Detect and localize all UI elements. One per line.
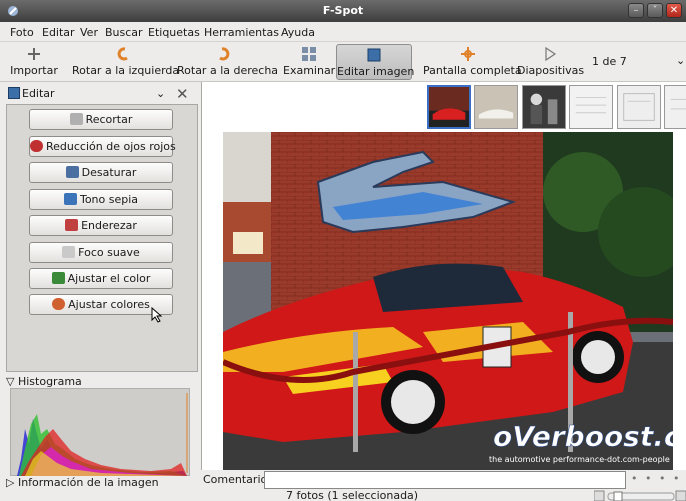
sepia-icon	[63, 193, 77, 205]
close-sidebar-icon[interactable]: ✕	[176, 85, 189, 103]
histogram-label: Histograma	[17, 375, 82, 388]
menu-editar[interactable]: Editar	[42, 26, 75, 39]
status-text: 7 fotos (1 seleccionada)	[286, 489, 419, 501]
thumbnail-6[interactable]	[664, 85, 686, 129]
chevron-down-icon[interactable]: ⌄	[156, 87, 165, 100]
photo-counter: 1 de 7	[592, 55, 627, 68]
chevron-down-icon[interactable]: ⌄	[676, 54, 685, 67]
rotate-left-icon	[117, 47, 128, 61]
thumbnail-2[interactable]	[474, 85, 518, 129]
menu-buscar[interactable]: Buscar	[105, 26, 143, 39]
menu-foto[interactable]: Foto	[10, 26, 34, 39]
rotate-left-label: Rotar a la izquierda	[72, 64, 180, 77]
watermark-text: oVerboost.com	[493, 420, 673, 453]
histogram-graph	[17, 393, 188, 476]
title-bar: F-Spot – ˅ ✕	[0, 0, 686, 22]
thumbnail-4[interactable]	[569, 85, 613, 129]
status-bar: 7 fotos (1 seleccionada)	[0, 489, 686, 501]
fullscreen-icon	[461, 47, 475, 61]
red-eye-label: Reducción de ojos rojos	[46, 140, 176, 153]
slideshow-label: Diapositivas	[517, 64, 585, 77]
histogram-expander[interactable]: ▽ Histograma	[6, 375, 82, 388]
desaturate-button[interactable]: Desaturar	[29, 162, 173, 183]
comment-input[interactable]	[264, 471, 626, 489]
rotate-right-button[interactable]: Rotar a la derecha	[177, 44, 279, 80]
photo-view: oVerboost.com the automotive performance…	[201, 82, 686, 470]
desaturate-icon	[65, 166, 79, 178]
soft-focus-icon	[62, 246, 76, 258]
sidebar: Editar ⌄ ✕ Recortar Reducción de ojos ro…	[6, 82, 198, 494]
rotate-left-button[interactable]: Rotar a la izquierda	[72, 44, 180, 80]
slideshow-button[interactable]: Diapositivas	[517, 44, 585, 80]
adjust-colors-label: Ajustar colores	[68, 298, 150, 311]
edit-image-icon	[367, 48, 381, 62]
maximize-button[interactable]: ˅	[647, 3, 663, 18]
adjust-color-label: Ajustar el color	[67, 272, 151, 285]
menu-ayuda[interactable]: Ayuda	[281, 26, 315, 39]
zoom-slider[interactable]	[594, 490, 686, 501]
edit-image-icon	[8, 87, 20, 99]
minimize-button[interactable]: –	[628, 3, 644, 18]
chevron-right-icon: ▷	[6, 476, 15, 489]
edit-tools-panel: Recortar Reducción de ojos rojos Desatur…	[6, 104, 198, 372]
menu-etiquetas[interactable]: Etiquetas	[148, 26, 200, 39]
sepia-label: Tono sepia	[79, 193, 139, 206]
main-photo[interactable]: oVerboost.com the automotive performance…	[223, 132, 673, 470]
crop-label: Recortar	[85, 113, 133, 126]
car-photo: oVerboost.com the automotive performance…	[223, 132, 673, 470]
menu-bar: Foto Editar Ver Buscar Etiquetas Herrami…	[0, 22, 686, 42]
edit-image-button[interactable]: Editar imagen	[336, 44, 415, 80]
red-eye-icon	[30, 140, 43, 152]
menu-herramientas[interactable]: Herramientas	[204, 26, 279, 39]
comment-row: Comentario: • • • •	[201, 470, 686, 490]
browse-icon	[302, 47, 316, 61]
fullscreen-button[interactable]: Pantalla completa	[423, 44, 522, 80]
adjust-color-button[interactable]: Ajustar el color	[29, 268, 173, 289]
resize-handle-icon[interactable]: • • • •	[631, 472, 681, 485]
menu-ver[interactable]: Ver	[80, 26, 98, 39]
sidebar-selector[interactable]: Editar ⌄ ✕	[6, 84, 198, 104]
straighten-icon	[65, 219, 79, 231]
browse-button[interactable]: Examinar	[283, 44, 335, 80]
sepia-button[interactable]: Tono sepia	[29, 189, 173, 210]
import-button[interactable]: Importar	[10, 44, 58, 80]
thumbnail-1[interactable]	[427, 85, 471, 129]
fullscreen-label: Pantalla completa	[423, 64, 522, 77]
browse-label: Examinar	[283, 64, 336, 77]
adjust-colors-icon	[52, 298, 66, 310]
play-icon	[545, 46, 557, 62]
straighten-button[interactable]: Enderezar	[29, 215, 173, 236]
thumbnail-5[interactable]	[617, 85, 661, 129]
main-toolbar: Importar Rotar a la izquierda Rotar a la…	[0, 42, 686, 82]
rotate-right-label: Rotar a la derecha	[177, 64, 279, 77]
adjust-color-icon	[51, 272, 65, 284]
crop-button[interactable]: Recortar	[29, 109, 173, 130]
import-icon	[28, 48, 40, 60]
rotate-right-icon	[219, 47, 230, 61]
image-info-label: Información de la imagen	[17, 476, 159, 489]
sidebar-selector-label: Editar	[22, 87, 55, 100]
image-info-expander[interactable]: ▷ Información de la imagen	[6, 476, 159, 489]
straighten-label: Enderezar	[81, 219, 137, 232]
mouse-cursor-icon	[151, 307, 163, 323]
histogram	[10, 388, 190, 476]
watermark-subtext: the automotive performance-dot.com-peopl…	[489, 455, 670, 464]
thumbnail-3[interactable]	[522, 85, 566, 129]
window-title: F-Spot	[322, 4, 364, 17]
crop-icon	[69, 113, 83, 125]
red-eye-button[interactable]: Reducción de ojos rojos	[29, 136, 176, 157]
filmstrip[interactable]	[202, 82, 686, 132]
desaturate-label: Desaturar	[81, 166, 137, 179]
soft-focus-label: Foco suave	[78, 246, 140, 259]
close-button[interactable]: ✕	[666, 3, 682, 18]
chevron-down-icon: ▽	[6, 375, 15, 388]
import-label: Importar	[10, 64, 58, 77]
edit-image-label: Editar imagen	[337, 65, 415, 78]
soft-focus-button[interactable]: Foco suave	[29, 242, 173, 263]
comment-label: Comentario:	[203, 473, 271, 486]
